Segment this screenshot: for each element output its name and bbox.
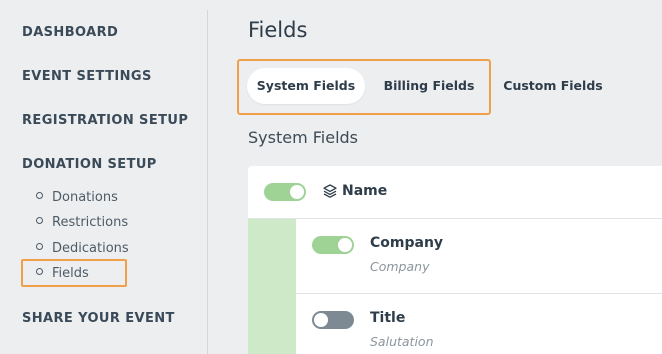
sidebar-item-fields[interactable]: Fields (36, 266, 89, 281)
section-title: System Fields (248, 128, 359, 147)
sidebar-item-donations[interactable]: Donations (36, 190, 118, 205)
sidebar-dashboard[interactable]: DASHBOARD (22, 25, 118, 40)
sidebar: DASHBOARD EVENT SETTINGS REGISTRATION SE… (0, 0, 207, 354)
row-divider (248, 218, 662, 219)
group-indent-stripe (248, 219, 296, 354)
field-subtitle-company: Company (370, 259, 430, 274)
toggle-knob (290, 185, 304, 199)
sidebar-divider (207, 10, 208, 354)
field-name-company: Company (370, 235, 444, 251)
name-toggle[interactable] (264, 183, 306, 201)
sidebar-donation-setup[interactable]: DONATION SETUP (22, 157, 157, 172)
sidebar-item-label: Dedications (52, 241, 129, 256)
toggle-knob (338, 238, 352, 252)
sidebar-share-your-event[interactable]: SHARE YOUR EVENT (22, 311, 175, 326)
toggle-knob (314, 313, 328, 327)
field-name-title: Title (370, 310, 406, 326)
layers-icon (323, 184, 337, 198)
sidebar-item-dedications[interactable]: Dedications (36, 241, 129, 256)
bullet-icon (36, 243, 43, 250)
tab-billing-fields[interactable]: Billing Fields (374, 68, 484, 104)
title-toggle[interactable] (312, 311, 354, 329)
page-title: Fields (248, 18, 308, 42)
company-toggle[interactable] (312, 236, 354, 254)
fields-panel (248, 166, 662, 354)
row-divider (296, 293, 662, 294)
tab-system-fields[interactable]: System Fields (247, 68, 365, 104)
field-subtitle-title: Salutation (370, 334, 434, 349)
bullet-icon (36, 192, 43, 199)
sidebar-item-label: Donations (52, 190, 118, 205)
sidebar-registration-setup[interactable]: REGISTRATION SETUP (22, 113, 188, 128)
bullet-icon (36, 268, 43, 275)
tab-custom-fields[interactable]: Custom Fields (499, 68, 607, 104)
sidebar-event-settings[interactable]: EVENT SETTINGS (22, 69, 152, 84)
sidebar-item-restrictions[interactable]: Restrictions (36, 215, 128, 230)
sidebar-item-label: Restrictions (52, 215, 129, 230)
field-name-name: Name (342, 183, 388, 199)
sidebar-item-label: Fields (52, 266, 89, 281)
bullet-icon (36, 217, 43, 224)
